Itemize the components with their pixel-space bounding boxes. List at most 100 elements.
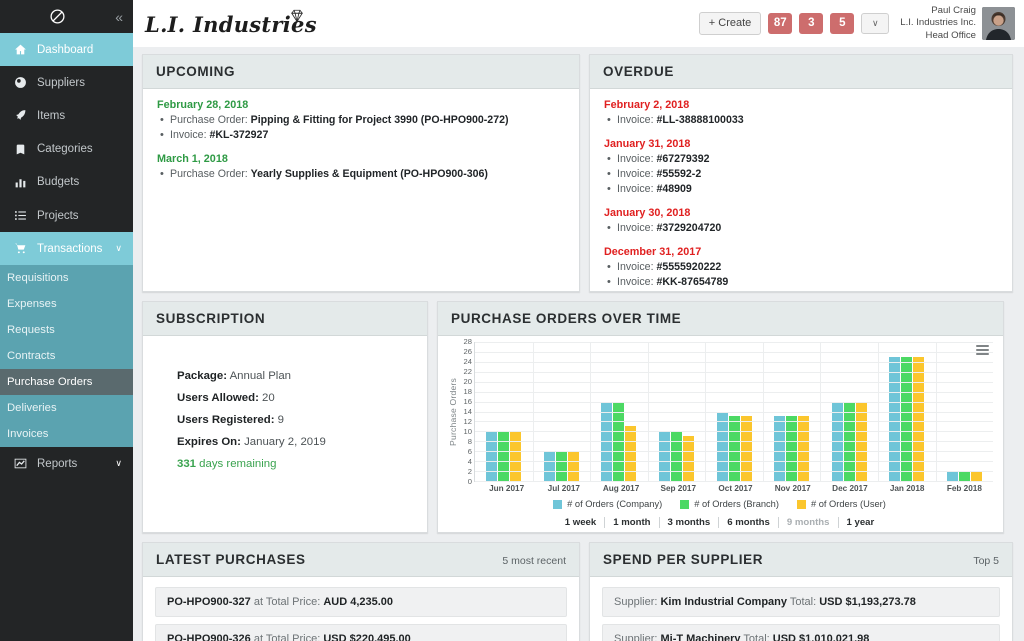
sidebar-item-dashboard[interactable]: Dashboard [0,33,133,66]
supplier-row[interactable]: Supplier: Kim Industrial Company Total: … [602,587,1000,617]
list-item[interactable]: Purchase Order: Pipping & Fitting for Pr… [170,113,565,128]
list-item[interactable]: Purchase Order: Yearly Supplies & Equipm… [170,167,565,182]
bar[interactable] [625,426,636,481]
subscription-card-header: SUBSCRIPTION [143,302,427,336]
legend-item[interactable]: # of Orders (Branch) [680,499,779,509]
y-tick: 10 [464,428,472,436]
bar[interactable] [498,431,509,481]
list-item[interactable]: Invoice: #KK-87654789 [617,275,998,290]
bar[interactable] [901,357,912,481]
sidebar-subitem-expenses[interactable]: Expenses [0,291,133,317]
cart-icon [12,242,28,255]
list-item[interactable]: Invoice: #KL-372927 [170,128,565,143]
list-item[interactable]: Invoice: #3729204720 [617,221,998,236]
list-item[interactable]: Invoice: #48909 [617,182,998,197]
bar[interactable] [959,471,970,481]
y-tick: 28 [464,338,472,346]
brand-logo-icon[interactable] [0,8,115,25]
purchase-code: PO-HPO900-326 [167,633,251,641]
bar-chart-icon [12,176,28,189]
bar[interactable] [659,431,670,481]
item-label: Invoice: [617,114,656,126]
avatar[interactable] [982,7,1015,40]
sidebar-item-transactions[interactable]: Transactions ∨ [0,232,133,265]
legend-label: # of Orders (Company) [567,499,662,509]
sidebar-subitem-requests[interactable]: Requests [0,317,133,343]
overdue-card-body: February 2, 2018 Invoice: #LL-3888810003… [590,89,1012,291]
bar[interactable] [947,471,958,481]
sidebar-collapse-icon[interactable]: « [115,10,123,24]
legend-item[interactable]: # of Orders (Company) [553,499,662,509]
sidebar-item-suppliers[interactable]: Suppliers [0,66,133,99]
chart-legend: # of Orders (Company) # of Orders (Branch… [446,499,993,509]
gridline [475,362,993,363]
gridline [475,431,993,432]
purchase-label: at Total Price: [251,633,324,641]
y-tick: 26 [464,348,472,356]
overdue-card: OVERDUE February 2, 2018 Invoice: #LL-38… [589,54,1013,292]
latest-purchases-body: PO-HPO900-327 at Total Price: AUD 4,235.… [143,577,579,641]
sidebar-item-label: Dashboard [37,44,93,56]
user-menu-dropdown[interactable]: ∨ [861,13,889,34]
company-logo[interactable]: L.I. Industries [145,10,317,37]
list-item[interactable]: Invoice: #LL-38888100033 [617,113,998,128]
purchase-row[interactable]: PO-HPO900-327 at Total Price: AUD 4,235.… [155,587,567,617]
badge-notifications[interactable]: 87 [768,13,792,35]
gridline [475,392,993,393]
group-items: Invoice: #67279392 Invoice: #55592-2 Inv… [604,152,998,197]
field-value: Annual Plan [227,370,291,382]
sidebar-subitem-invoices[interactable]: Invoices [0,421,133,447]
sidebar: « Dashboard Suppliers Items Categories [0,0,133,641]
sidebar-item-reports[interactable]: Reports ∨ [0,447,133,480]
list-item[interactable]: Invoice: #5555920222 [617,260,998,275]
item-label: Invoice: [617,261,656,273]
create-button[interactable]: + Create [699,12,762,35]
sidebar-subitem-contracts[interactable]: Contracts [0,343,133,369]
list-item[interactable]: Invoice: #67279392 [617,152,998,167]
bar[interactable] [889,357,900,481]
bar[interactable] [568,451,579,481]
purchase-row[interactable]: PO-HPO900-326 at Total Price: USD $220,4… [155,624,567,641]
sidebar-item-projects[interactable]: Projects [0,199,133,232]
overdue-card-header: OVERDUE [590,55,1012,89]
top-bar-actions: + Create 87 3 5 ∨ Paul Craig L.I. Indust… [699,5,1015,42]
range-option[interactable]: 6 months [719,517,779,528]
bar[interactable] [510,431,521,481]
supplier-label: Supplier: [614,596,660,608]
bar[interactable] [913,357,924,481]
bar[interactable] [683,436,694,481]
bar[interactable] [556,451,567,481]
sidebar-subitem-requisitions[interactable]: Requisitions [0,265,133,291]
upcoming-card: UPCOMING February 28, 2018 Purchase Orde… [142,54,580,292]
sidebar-item-categories[interactable]: Categories [0,133,133,166]
group-items: Purchase Order: Pipping & Fitting for Pr… [157,113,565,143]
purchase-label: at Total Price: [251,596,324,608]
range-option[interactable]: 1 month [605,517,659,528]
spend-per-supplier-header: SPEND PER SUPPLIER Top 5 [590,543,1012,577]
item-value: Yearly Supplies & Equipment (PO-HPO900-3… [251,168,488,180]
bar[interactable] [544,451,555,481]
range-option[interactable]: 1 year [839,517,883,528]
list-item[interactable]: Invoice: #KL-559403-222 [617,290,998,291]
x-tick: Dec 2017 [821,484,878,493]
range-option[interactable]: 3 months [660,517,720,528]
sidebar-subitem-deliveries[interactable]: Deliveries [0,395,133,421]
book-icon [12,143,28,156]
sidebar-item-items[interactable]: Items [0,99,133,132]
range-option[interactable]: 1 week [557,517,605,528]
y-tick: 2 [468,468,472,476]
list-item[interactable]: Invoice: #55592-2 [617,167,998,182]
sidebar-item-budgets[interactable]: Budgets [0,166,133,199]
user-company: L.I. Industries Inc. [900,17,976,29]
bar[interactable] [971,471,982,481]
badge-messages[interactable]: 5 [830,13,854,35]
supplier-name: Kim Industrial Company [660,596,787,608]
legend-item[interactable]: # of Orders (User) [797,499,886,509]
rocket-icon [12,109,28,122]
supplier-row[interactable]: Supplier: Mi-T Machinery Total: USD $1,0… [602,624,1000,641]
sidebar-subitem-purchase-orders[interactable]: Purchase Orders [0,369,133,395]
badge-alerts[interactable]: 3 [799,13,823,35]
user-profile[interactable]: Paul Craig L.I. Industries Inc. Head Off… [900,5,1015,42]
bar[interactable] [486,431,497,481]
bar[interactable] [671,431,682,481]
